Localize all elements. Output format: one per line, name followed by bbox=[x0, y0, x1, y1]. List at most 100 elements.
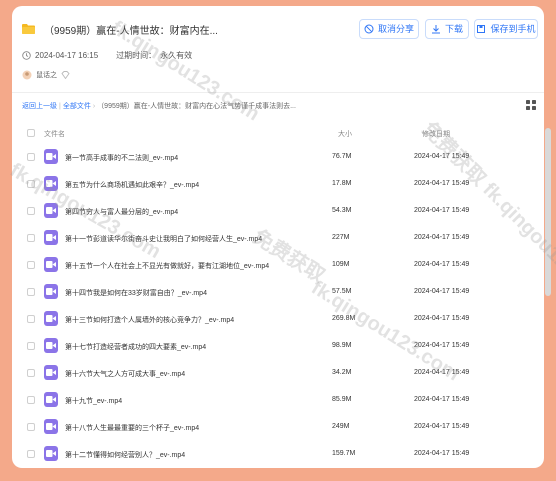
file-date: 2024-04-17 15:49 bbox=[414, 396, 470, 403]
video-file-icon bbox=[44, 284, 58, 299]
row-checkbox[interactable] bbox=[27, 261, 35, 269]
file-name[interactable]: 第五节为什么商场机遇如此艰辛？_ev-.mp4 bbox=[65, 180, 315, 190]
file-size: 227M bbox=[332, 234, 350, 241]
share-date: 2024-04-17 16:15 bbox=[35, 51, 99, 60]
file-size: 249M bbox=[332, 423, 350, 430]
file-name[interactable]: 第十四节我是如何在33岁财富自由？_ev-.mp4 bbox=[65, 288, 315, 298]
file-name[interactable]: 第十六节大气之人方可成大事_ev-.mp4 bbox=[65, 369, 315, 379]
video-file-icon bbox=[44, 446, 58, 461]
sharer-info: 鼠话之 bbox=[22, 70, 70, 80]
cancel-share-label: 取消分享 bbox=[377, 24, 414, 34]
clock-icon bbox=[22, 51, 31, 60]
download-icon bbox=[431, 25, 440, 34]
divider bbox=[12, 92, 544, 93]
column-size-header: 大小 bbox=[338, 131, 352, 138]
file-row[interactable]: 第十八节人生最最重要的三个杯子_ev-.mp4 249M 2024-04-17 15… bbox=[12, 414, 544, 441]
file-name[interactable]: 第十五节一个人在社会上不显光有做就好，要有江湖地位_ev-.mp4 bbox=[65, 261, 315, 271]
video-file-icon bbox=[44, 392, 58, 407]
breadcrumb-all-files-link[interactable]: 全部文件 bbox=[63, 103, 91, 110]
file-name[interactable]: 第一节高手成事的不二法则_ev-.mp4 bbox=[65, 153, 315, 163]
cancel-share-button[interactable]: 取消分享 bbox=[359, 19, 419, 39]
breadcrumb: 返回上一级 | 全部文件 › （9959期）赢在-人情世故：财富内在心法气势谨千成事法则… bbox=[22, 103, 296, 110]
expire-label: 过期时间： bbox=[116, 51, 157, 60]
file-date: 2024-04-17 15:49 bbox=[414, 180, 470, 187]
file-row[interactable]: 第十四节我是如何在33岁财富自由？_ev-.mp4 57.5M 2024-04-17… bbox=[12, 279, 544, 306]
column-date-header: 修改日期 bbox=[422, 131, 450, 138]
row-checkbox[interactable] bbox=[27, 396, 35, 404]
row-checkbox[interactable] bbox=[27, 207, 35, 215]
row-checkbox[interactable] bbox=[27, 234, 35, 242]
select-all-checkbox[interactable] bbox=[27, 129, 35, 137]
file-row[interactable]: 第一节高手成事的不二法则_ev-.mp4 76.7M 2024-04-17 15:4… bbox=[12, 144, 544, 171]
video-file-icon bbox=[44, 338, 58, 353]
column-name-header: 文件名 bbox=[44, 131, 65, 138]
file-date: 2024-04-17 15:49 bbox=[414, 450, 470, 457]
video-file-icon bbox=[44, 257, 58, 272]
file-date: 2024-04-17 15:49 bbox=[414, 234, 470, 241]
file-row[interactable]: 第十五节一个人在社会上不显光有做就好，要有江湖地位_ev-.mp4 109M 202… bbox=[12, 252, 544, 279]
file-date: 2024-04-17 15:49 bbox=[414, 153, 470, 160]
scrollbar[interactable] bbox=[545, 128, 551, 296]
file-list: 第一节高手成事的不二法则_ev-.mp4 76.7M 2024-04-17 15:4… bbox=[12, 144, 544, 468]
video-file-icon bbox=[44, 203, 58, 218]
expire-value: 永久有效 bbox=[160, 51, 193, 60]
row-checkbox[interactable] bbox=[27, 450, 35, 458]
file-size: 159.7M bbox=[332, 450, 356, 457]
breadcrumb-back-link[interactable]: 返回上一级 bbox=[22, 103, 57, 110]
download-label: 下载 bbox=[444, 24, 463, 34]
diamond-icon bbox=[61, 71, 70, 79]
file-name[interactable]: 第十八节人生最最重要的三个杯子_ev-.mp4 bbox=[65, 423, 315, 433]
video-file-icon bbox=[44, 149, 58, 164]
sharer-name: 鼠话之 bbox=[36, 72, 57, 79]
video-file-icon bbox=[44, 311, 58, 326]
video-file-icon bbox=[44, 419, 58, 434]
row-checkbox[interactable] bbox=[27, 342, 35, 350]
file-name[interactable]: 第四节穷人与富人最分层的_ev-.mp4 bbox=[65, 207, 315, 217]
file-row[interactable]: 第十六节大气之人方可成大事_ev-.mp4 34.2M 2024-04-17 15:… bbox=[12, 360, 544, 387]
file-name[interactable]: 第十三节如何打造个人属墙外的核心竞争力？_ev-.mp4 bbox=[65, 315, 315, 325]
row-checkbox[interactable] bbox=[27, 180, 35, 188]
row-checkbox[interactable] bbox=[27, 288, 35, 296]
file-size: 54.3M bbox=[332, 207, 352, 214]
row-checkbox[interactable] bbox=[27, 315, 35, 323]
row-checkbox[interactable] bbox=[27, 423, 35, 431]
video-file-icon bbox=[44, 176, 58, 191]
grid-view-icon[interactable] bbox=[526, 100, 536, 110]
avatar-icon bbox=[22, 70, 32, 80]
file-size: 109M bbox=[332, 261, 350, 268]
video-file-icon bbox=[44, 365, 58, 380]
file-name[interactable]: 第十二节懂得如何经营别人？_ev-.mp4 bbox=[65, 450, 315, 460]
file-size: 98.9M bbox=[332, 342, 352, 349]
file-row[interactable]: 第五节为什么商场机遇如此艰辛？_ev-.mp4 17.8M 2024-04-17 1… bbox=[12, 171, 544, 198]
file-date: 2024-04-17 15:49 bbox=[414, 369, 470, 376]
row-checkbox[interactable] bbox=[27, 369, 35, 377]
file-row[interactable]: 第四节穷人与富人最分层的_ev-.mp4 54.3M 2024-04-17 15:4… bbox=[12, 198, 544, 225]
file-row[interactable]: 第十二节懂得如何经营别人？_ev-.mp4 159.7M 2024-04-17 15… bbox=[12, 441, 544, 468]
save-to-phone-button[interactable]: 保存到手机 bbox=[474, 19, 538, 39]
file-size: 269.8M bbox=[332, 315, 356, 322]
file-row[interactable]: 第十三节如何打造个人属墙外的核心竞争力？_ev-.mp4 269.8M 2024-0… bbox=[12, 306, 544, 333]
file-name[interactable]: 第十七节打造经营者成功的四大要素_ev-.mp4 bbox=[65, 342, 315, 352]
file-size: 34.2M bbox=[332, 369, 352, 376]
file-row[interactable]: 第十九节_ev-.mp4 85.9M 2024-04-17 15:49 bbox=[12, 387, 544, 414]
breadcrumb-current: （9959期）赢在-人情世故：财富内在心法气势谨千成事法则去... bbox=[97, 103, 296, 110]
file-size: 17.8M bbox=[332, 180, 352, 187]
save-phone-icon bbox=[477, 25, 486, 33]
table-header: 文件名 大小 修改日期 bbox=[12, 124, 544, 138]
file-date: 2024-04-17 15:49 bbox=[414, 288, 470, 295]
file-size: 57.5M bbox=[332, 288, 352, 295]
file-size: 76.7M bbox=[332, 153, 352, 160]
video-file-icon bbox=[44, 230, 58, 245]
folder-icon bbox=[22, 24, 35, 34]
share-panel: （9959期）赢在-人情世故：财富内在... 取消分享 下载 保存到手机 202… bbox=[12, 6, 544, 468]
file-name[interactable]: 第十九节_ev-.mp4 bbox=[65, 396, 315, 406]
row-checkbox[interactable] bbox=[27, 153, 35, 161]
file-row[interactable]: 第十七节打造经营者成功的四大要素_ev-.mp4 98.9M 2024-04-17 … bbox=[12, 333, 544, 360]
file-size: 85.9M bbox=[332, 396, 352, 403]
file-name[interactable]: 第十一节彭道读华尔街奋斗史让我明白了如何经营人生_ev-.mp4 bbox=[65, 234, 315, 244]
file-row[interactable]: 第十一节彭道读华尔街奋斗史让我明白了如何经营人生_ev-.mp4 227M 2024… bbox=[12, 225, 544, 252]
download-button[interactable]: 下载 bbox=[425, 19, 469, 39]
file-date: 2024-04-17 15:49 bbox=[414, 207, 470, 214]
file-date: 2024-04-17 15:49 bbox=[414, 342, 470, 349]
share-title: （9959期）赢在-人情世故：财富内在... bbox=[44, 26, 218, 37]
